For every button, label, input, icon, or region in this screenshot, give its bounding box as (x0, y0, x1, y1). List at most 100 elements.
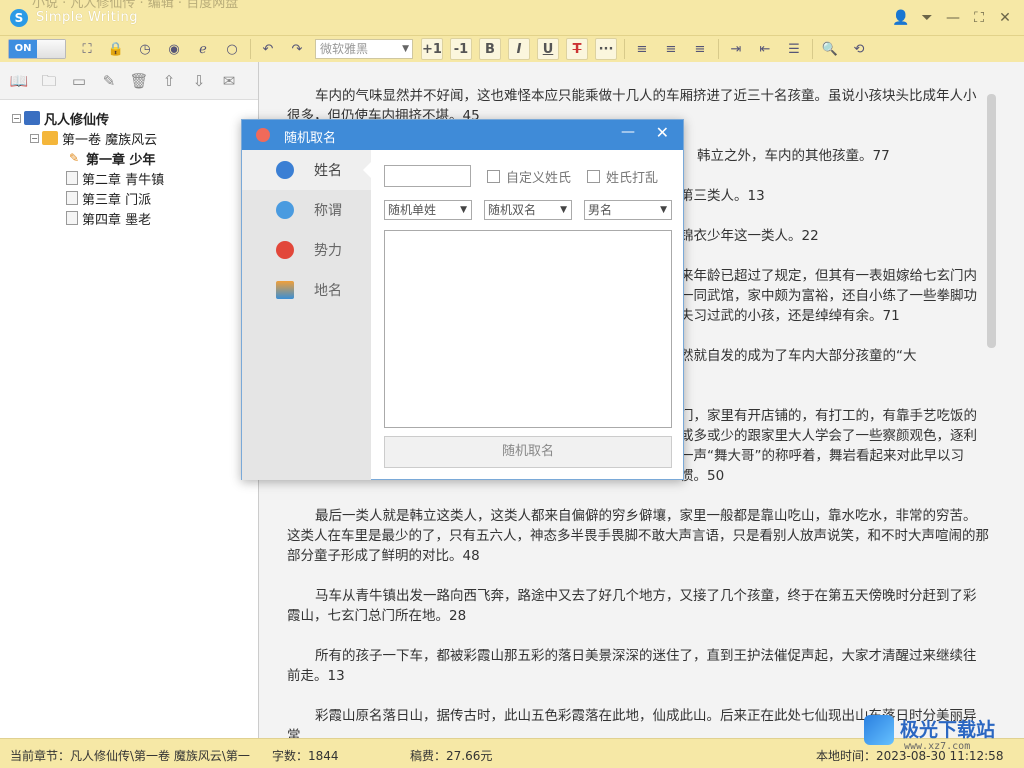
scrollbar[interactable] (987, 94, 996, 348)
undo-icon[interactable]: ↶ (257, 38, 279, 60)
close-icon[interactable]: ✕ (996, 8, 1014, 28)
more-button[interactable]: ··· (595, 38, 617, 60)
tree-root-label: 凡人修仙传 (44, 112, 110, 128)
document-icon[interactable]: ▭ (68, 70, 90, 92)
dialog-title: 随机取名 (284, 131, 337, 146)
name-result-area[interactable] (384, 230, 672, 428)
status-word-count: 字数：1844 (272, 749, 339, 763)
redo-icon[interactable]: ↷ (286, 38, 308, 60)
person-icon (276, 161, 294, 179)
minimize-icon[interactable]: — (621, 124, 635, 140)
font-size-down-button[interactable]: -1 (450, 38, 472, 60)
given-name-type-select[interactable]: 随机双名 (484, 200, 572, 220)
pencil-icon: ✎ (68, 151, 80, 165)
align-left-icon[interactable]: ≡ (631, 38, 653, 60)
group-icon (276, 241, 294, 259)
italic-button[interactable]: I (508, 38, 530, 60)
toggle-label: ON (9, 40, 37, 58)
person-icon (256, 128, 270, 142)
dialog-content: 自定义姓氏 姓氏打乱 随机单姓 随机双名 男名 随机取名 (371, 150, 683, 479)
watermark-logo-icon (864, 715, 894, 745)
clock-icon[interactable]: ◷ (134, 38, 156, 60)
sidebar-item-faction[interactable]: 势力 (242, 230, 371, 270)
font-size-up-button[interactable]: +1 (421, 38, 443, 60)
folder-icon[interactable]: 🗀 (38, 70, 60, 92)
paragraph: 来年龄已超过了规定，但其有一表姐嫁给七玄门内一同武馆，家中颇为富裕，还自小练了一… (680, 268, 977, 324)
lock-icon[interactable]: 🔒 (105, 38, 127, 60)
collapse-icon[interactable]: − (30, 133, 39, 143)
menu-down-icon[interactable]: ⏷ (918, 8, 936, 28)
surname-type-select[interactable]: 随机单姓 (384, 200, 472, 220)
indent-icon[interactable]: ⇥ (725, 38, 747, 60)
page-icon (66, 211, 78, 225)
page-icon (66, 191, 78, 205)
outline-toolbar: 📖 🗀 ▭ ✎ 🗑 ⇧ ⇩ ✉ (0, 62, 258, 100)
font-select[interactable]: 微软雅黑 (315, 39, 413, 59)
outdent-icon[interactable]: ⇤ (754, 38, 776, 60)
landscape-icon (276, 281, 294, 299)
on-off-toggle[interactable]: ON (8, 39, 66, 59)
search-icon[interactable]: 🔍 (819, 38, 841, 60)
trash-icon[interactable]: 🗑 (128, 70, 150, 92)
tree-chapter[interactable]: 第三章 门派 (12, 188, 258, 208)
tree-volume[interactable]: − 第一卷 魔族风云 (12, 128, 258, 148)
tree-chapter[interactable]: ✎ 第一章 少年 (12, 148, 258, 168)
separator (250, 39, 251, 59)
user-icon[interactable]: 👤 (892, 8, 910, 28)
random-name-dialog: 随机取名 — ✕ 姓名 称谓 势力 地名 自定义姓氏 姓氏打乱 随机单姓 ▼ 随… (241, 119, 684, 480)
sidebar-item-title[interactable]: 称谓 (242, 190, 371, 230)
list-icon[interactable]: ☰ (783, 38, 805, 60)
paragraph: 最后一类人就是韩立这类人，这类人都来自偏僻的穷乡僻壤，家里一般都是靠山吃山，靠水… (287, 508, 989, 564)
toolbar: ON ⛶ 🔒 ◷ ◉ ℯ ○ ↶ ↷ 微软雅黑 +1 -1 B I U T ··… (0, 36, 1024, 62)
sidebar-item-label: 地名 (314, 283, 342, 299)
sidebar-item-label: 势力 (314, 243, 342, 259)
circle-icon[interactable]: ○ (221, 38, 243, 60)
rename-icon[interactable]: ✎ (98, 70, 120, 92)
status-fee: 稿费：27.66元 (410, 749, 493, 763)
sidebar-item-name[interactable]: 姓名 (242, 150, 371, 190)
strike-button[interactable]: T (566, 38, 588, 60)
paragraph: 第三类人。13 (680, 188, 765, 204)
export-icon[interactable]: ✉ (218, 70, 240, 92)
paragraph: 韩立之外，车内的其他孩童。77 (697, 148, 890, 164)
sidebar-item-label: 称谓 (314, 203, 342, 219)
browser-icon[interactable]: ℯ (192, 38, 214, 60)
gender-select[interactable]: 男名 (584, 200, 672, 220)
checkbox-label: 自定义姓氏 (506, 171, 572, 186)
maximize-icon[interactable]: ⛶ (970, 8, 988, 28)
close-icon[interactable]: ✕ (656, 123, 669, 142)
fullscreen-icon[interactable]: ⛶ (76, 38, 98, 60)
shuffle-surname-checkbox[interactable]: 姓氏打乱 (587, 167, 658, 186)
page-icon (66, 171, 78, 185)
watermark-url: www.xz7.com (904, 741, 971, 752)
move-down-icon[interactable]: ⇩ (188, 70, 210, 92)
sidebar-item-place[interactable]: 地名 (242, 270, 371, 310)
paragraph: 马车从青牛镇出发一路向西飞奔，路途中又去了好几个地方，又接了几个孩童，终于在第五… (287, 588, 977, 624)
replace-icon[interactable]: ⟲ (848, 38, 870, 60)
book-icon[interactable]: 📖 (8, 70, 30, 92)
bold-button[interactable]: B (479, 38, 501, 60)
tree-chapter[interactable]: 第四章 墨老 (12, 208, 258, 228)
tree-chapter-label: 第三章 门派 (82, 192, 152, 208)
tree-root[interactable]: − 凡人修仙传 (12, 108, 258, 128)
dialog-sidebar: 姓名 称谓 势力 地名 (242, 150, 371, 480)
move-up-icon[interactable]: ⇧ (158, 70, 180, 92)
collapse-icon[interactable]: − (12, 113, 21, 123)
surname-input[interactable] (384, 165, 471, 187)
custom-surname-checkbox[interactable]: 自定义姓氏 (487, 167, 571, 186)
minimize-icon[interactable]: — (944, 8, 962, 28)
checkbox-box[interactable] (587, 170, 600, 183)
sidebar-item-label: 姓名 (314, 163, 342, 179)
checkbox-box[interactable] (487, 170, 500, 183)
paragraph: 然就自发的成为了车内大部分孩童的“大 (680, 348, 917, 364)
underline-button[interactable]: U (537, 38, 559, 60)
paragraph: 锦衣少年这一类人。22 (680, 228, 819, 244)
generate-name-button[interactable]: 随机取名 (384, 436, 672, 468)
status-chapter: 当前章节：凡人修仙传\第一卷 魔族风云\第一 (10, 749, 250, 763)
app-title: Simple Writing (36, 10, 138, 25)
tree-chapter[interactable]: 第二章 青牛镇 (12, 168, 258, 188)
music-icon[interactable]: ◉ (163, 38, 185, 60)
align-center-icon[interactable]: ≡ (660, 38, 682, 60)
align-right-icon[interactable]: ≡ (689, 38, 711, 60)
tree-chapter-label: 第四章 墨老 (82, 212, 152, 228)
